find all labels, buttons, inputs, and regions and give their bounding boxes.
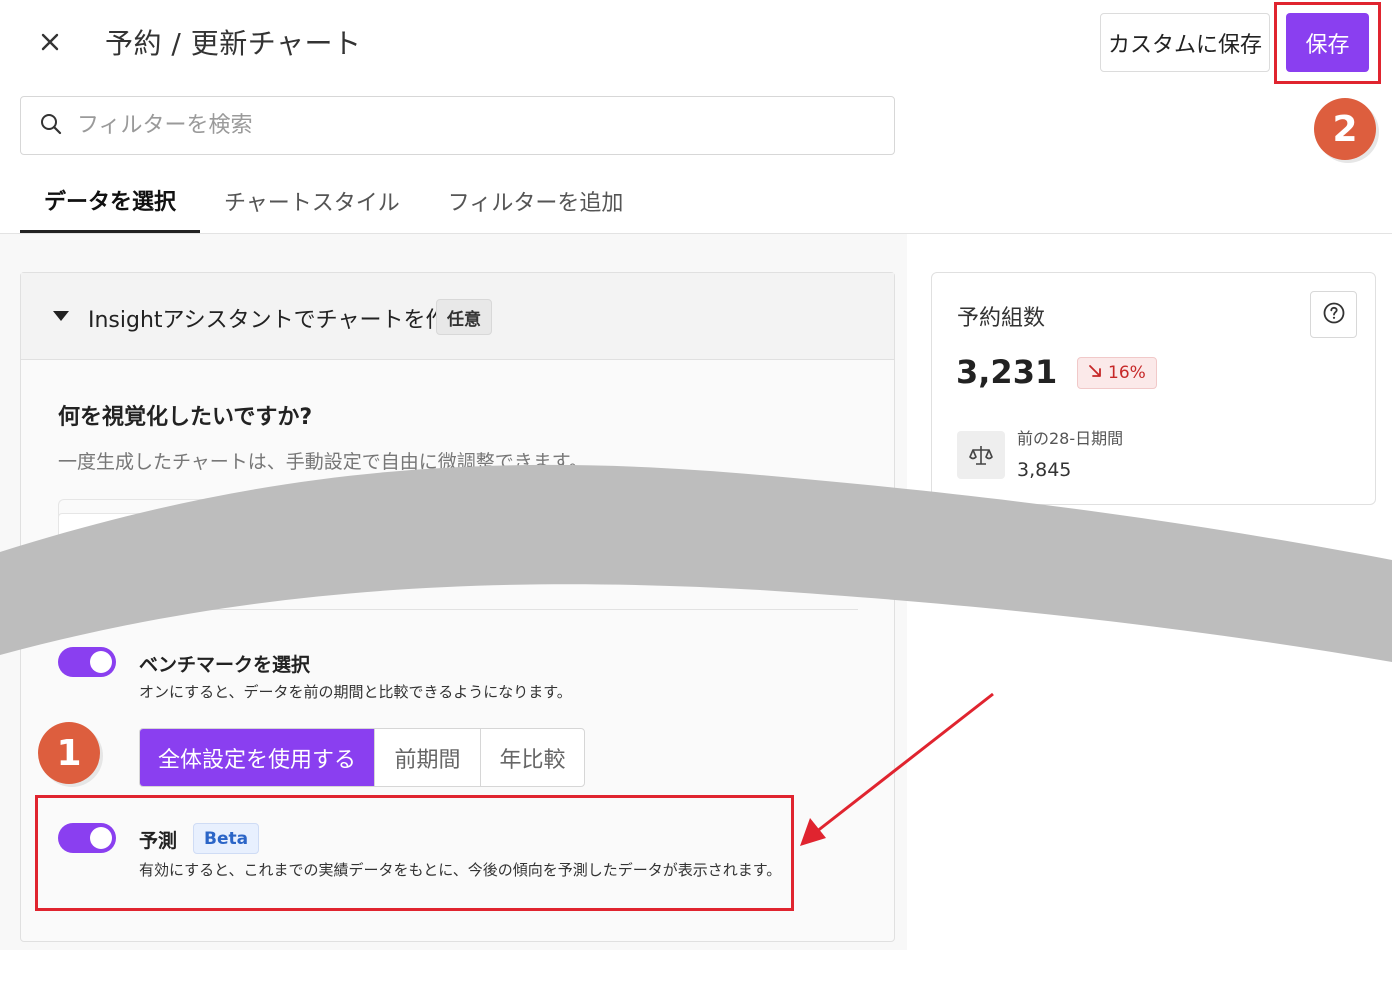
metric-delta-badge: 16% xyxy=(1077,357,1157,389)
metric-title: 予約組数 xyxy=(957,306,1046,331)
filter-search-box[interactable] xyxy=(20,96,895,155)
tab-add-filter[interactable]: フィルターを追加 xyxy=(424,170,648,232)
assistant-section-title: Insightアシスタントでチャートを作成 xyxy=(88,308,470,333)
metric-delta-value: 16% xyxy=(1108,363,1146,383)
forecast-description: 有効にすると、これまでの実績データをもとに、今後の傾向を予測したデータが表示され… xyxy=(139,861,782,879)
page-title: 予約 / 更新チャート xyxy=(105,27,362,60)
editor-tabs: データを選択 チャートスタイル フィルターを追加 xyxy=(20,170,647,234)
close-icon[interactable] xyxy=(34,26,66,58)
section-divider xyxy=(58,609,858,610)
question-circle-icon xyxy=(1322,301,1346,329)
forecast-toggle[interactable] xyxy=(58,823,116,853)
toggle-knob xyxy=(90,827,112,849)
assistant-description: 一度生成したチャートは、手動設定で自由に微調整できます。 xyxy=(58,451,588,473)
forecast-label: 予測 xyxy=(139,830,178,852)
tab-chart-style[interactable]: チャートスタイル xyxy=(200,170,424,232)
arrow-down-right-icon xyxy=(1088,363,1102,383)
data-settings-panel: Insightアシスタントでチャートを作成 任意 何を視覚化したいですか? 一度… xyxy=(20,272,895,942)
benchmark-option-previous-period[interactable]: 前期間 xyxy=(374,729,480,786)
optional-badge: 任意 xyxy=(436,299,492,335)
tab-select-data[interactable]: データを選択 xyxy=(20,170,201,233)
help-button[interactable] xyxy=(1310,291,1357,338)
filter-search-input[interactable] xyxy=(77,113,837,138)
assistant-generate-field[interactable] xyxy=(58,513,439,574)
beta-badge: Beta xyxy=(193,823,260,854)
assistant-section-header[interactable]: Insightアシスタントでチャートを作成 任意 xyxy=(21,273,894,360)
comparison-value: 3,845 xyxy=(1017,459,1072,481)
benchmark-description: オンにすると、データを前の期間と比較できるようになります。 xyxy=(139,683,572,701)
chart-editor-page: 予約 / 更新チャート カスタムに保存 保存 データを選択 チャートスタイル フ… xyxy=(0,0,1392,999)
benchmark-label: ベンチマークを選択 xyxy=(139,654,311,676)
step-2-marker: 2 xyxy=(1314,98,1376,160)
save-as-custom-button[interactable]: カスタムに保存 xyxy=(1100,13,1270,72)
benchmark-option-year-over-year[interactable]: 年比較 xyxy=(480,729,584,786)
metric-value: 3,231 xyxy=(956,353,1058,391)
benchmark-segmented-control: 全体設定を使用する 前期間 年比較 xyxy=(139,728,585,787)
toggle-knob xyxy=(90,651,112,673)
step-1-marker: 1 xyxy=(38,722,100,784)
caret-down-icon[interactable] xyxy=(53,311,69,321)
benchmark-toggle[interactable] xyxy=(58,647,116,677)
assistant-question: 何を視覚化したいですか? xyxy=(58,405,313,430)
comparison-label: 前の28-日期間 xyxy=(1017,429,1124,448)
scale-icon xyxy=(957,431,1005,479)
search-icon xyxy=(39,112,63,140)
benchmark-option-global[interactable]: 全体設定を使用する xyxy=(140,729,374,786)
metric-preview-card: 予約組数 3,231 16% 前の28-日期間 3,845 xyxy=(931,272,1376,505)
save-button[interactable]: 保存 xyxy=(1286,13,1369,72)
